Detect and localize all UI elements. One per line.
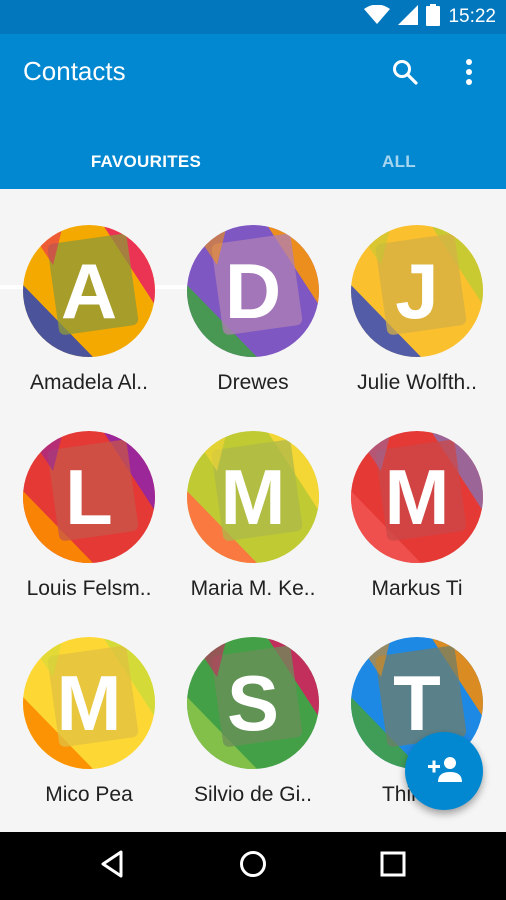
search-button[interactable] xyxy=(385,54,425,94)
avatar: J xyxy=(351,225,483,357)
tab-bar: FAVOURITES ALL xyxy=(0,134,506,289)
avatar-initial: L xyxy=(65,452,113,541)
avatar: D xyxy=(187,225,319,357)
home-button[interactable] xyxy=(233,846,273,886)
back-icon xyxy=(99,850,125,882)
avatar-initial: D xyxy=(224,246,282,335)
avatar: M xyxy=(23,637,155,769)
avatar: M xyxy=(187,431,319,563)
avatar-initial: S xyxy=(226,658,280,747)
add-contact-button[interactable] xyxy=(405,732,483,810)
contact-name: Drewes xyxy=(217,371,289,394)
more-vert-icon xyxy=(465,58,473,90)
status-bar: 15:22 xyxy=(0,0,506,34)
contact-name: Louis Felsm.. xyxy=(26,577,152,600)
avatar-initial: M xyxy=(384,452,450,541)
add-person-icon xyxy=(426,755,462,787)
wifi-icon xyxy=(364,4,391,29)
signal-icon xyxy=(398,5,419,29)
avatar-initial: M xyxy=(56,658,122,747)
contact-tile[interactable]: M Maria M. Ke.. xyxy=(170,395,336,600)
avatar: A xyxy=(23,225,155,357)
avatar-initial: J xyxy=(395,246,439,335)
home-icon xyxy=(239,850,267,882)
contact-name: Markus Ti xyxy=(371,577,463,600)
avatar: L xyxy=(23,431,155,563)
overflow-menu-button[interactable] xyxy=(449,54,489,94)
contact-name: Maria M. Ke.. xyxy=(190,577,316,600)
back-button[interactable] xyxy=(92,846,132,886)
navigation-bar xyxy=(0,832,506,900)
avatar: S xyxy=(187,637,319,769)
app-title: Contacts xyxy=(23,56,126,86)
contact-tile[interactable]: A Amadela Al.. xyxy=(6,189,172,394)
contact-tile[interactable]: D Drewes xyxy=(170,189,336,394)
contact-name: Julie Wolfth.. xyxy=(357,371,477,394)
avatar: M xyxy=(351,431,483,563)
contact-tile[interactable]: M Markus Ti xyxy=(334,395,500,600)
avatar-initial: A xyxy=(60,246,118,335)
contact-tile[interactable]: M Mico Pea xyxy=(6,601,172,806)
contact-tile[interactable]: J Julie Wolfth.. xyxy=(334,189,500,394)
app-bar: Contacts FAVOURITES ALL xyxy=(0,34,506,289)
tab-favourites[interactable]: FAVOURITES xyxy=(0,134,292,189)
search-icon xyxy=(392,59,418,89)
avatar-initial: M xyxy=(220,452,286,541)
contact-name: Amadela Al.. xyxy=(30,371,148,394)
contact-tile[interactable]: S Silvio de Gi.. xyxy=(170,601,336,806)
status-time: 15:22 xyxy=(448,6,496,27)
tab-all[interactable]: ALL xyxy=(292,134,506,189)
recents-button[interactable] xyxy=(373,846,413,886)
contact-name: Mico Pea xyxy=(45,783,133,806)
recents-icon xyxy=(380,851,406,881)
contact-name: Silvio de Gi.. xyxy=(194,783,312,806)
battery-icon xyxy=(426,4,441,30)
contact-tile[interactable]: L Louis Felsm.. xyxy=(6,395,172,600)
status-icons: 15:22 xyxy=(364,0,496,34)
